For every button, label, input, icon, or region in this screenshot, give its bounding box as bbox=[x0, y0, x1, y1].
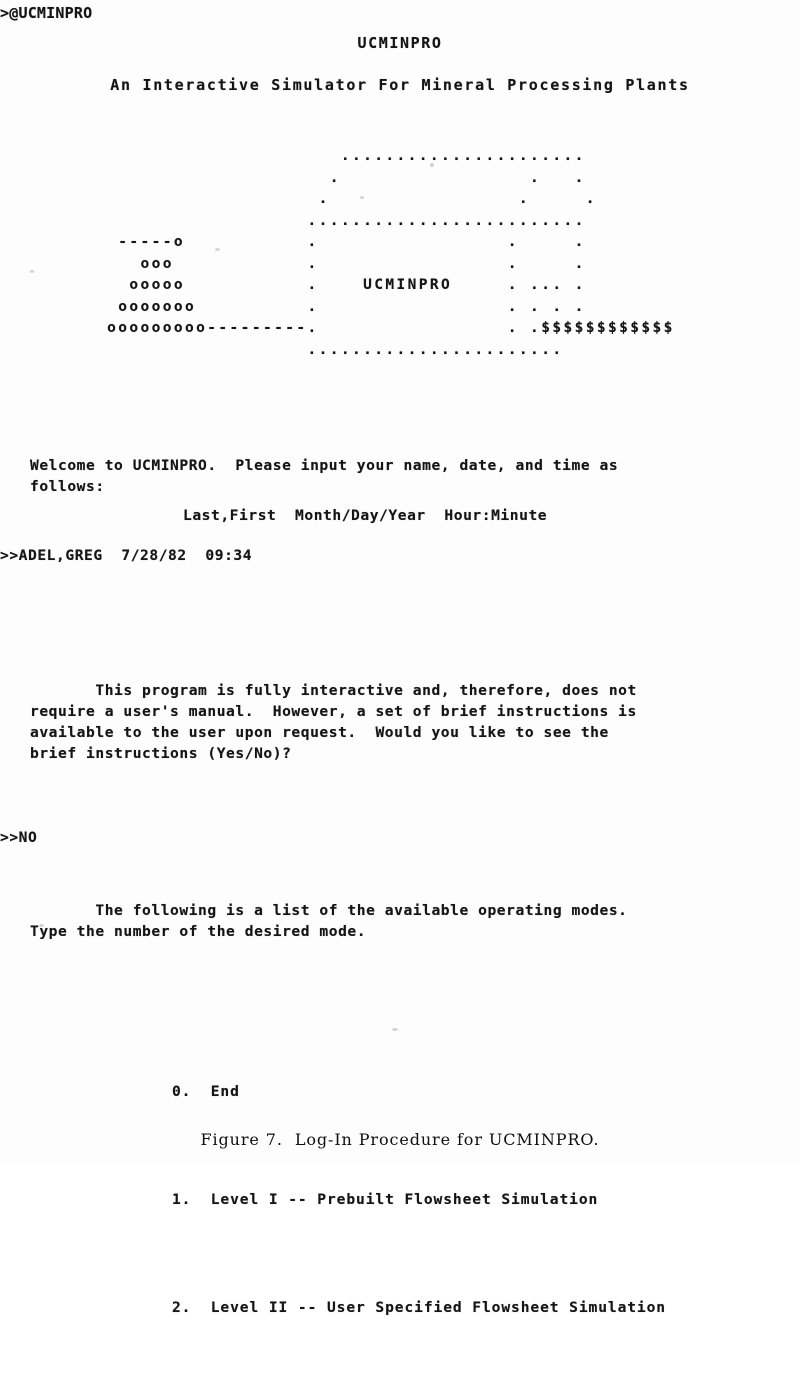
scan-speckle bbox=[30, 270, 34, 273]
mode-option-1[interactable]: 1. Level I -- Prebuilt Flowsheet Simulat… bbox=[172, 1182, 666, 1218]
scanned-page: >@UCMINPRO UCMINPRO An Interactive Simul… bbox=[0, 0, 800, 1316]
login-input-line[interactable]: >>ADEL,GREG 7/28/82 09:34 bbox=[0, 545, 252, 566]
terminal-top-prompt: >@UCMINPRO bbox=[0, 4, 93, 22]
instructions-paragraph: This program is fully interactive and, t… bbox=[30, 682, 637, 762]
figure-caption: Figure 7. Log-In Procedure for UCMINPRO. bbox=[200, 1130, 600, 1149]
mode-option-2[interactable]: 2. Level II -- User Specified Flowsheet … bbox=[172, 1290, 666, 1326]
welcome-message: Welcome to UCMINPRO. Please input your n… bbox=[30, 457, 619, 495]
program-title: UCMINPRO bbox=[357, 34, 443, 52]
operating-mode-list: 0. End 1. Level I -- Prebuilt Flowsheet … bbox=[172, 1002, 666, 1398]
modes-intro-paragraph: The following is a list of the available… bbox=[30, 902, 628, 940]
program-subtitle: An Interactive Simulator For Mineral Pro… bbox=[110, 76, 690, 94]
ascii-art-banner: ...................... . . . . . . .....… bbox=[107, 148, 675, 358]
instructions-answer-line[interactable]: >>NO bbox=[0, 827, 37, 848]
input-format-hint: Last,First Month/Day/Year Hour:Minute bbox=[183, 507, 548, 524]
mode-option-0[interactable]: 0. End bbox=[172, 1074, 666, 1110]
